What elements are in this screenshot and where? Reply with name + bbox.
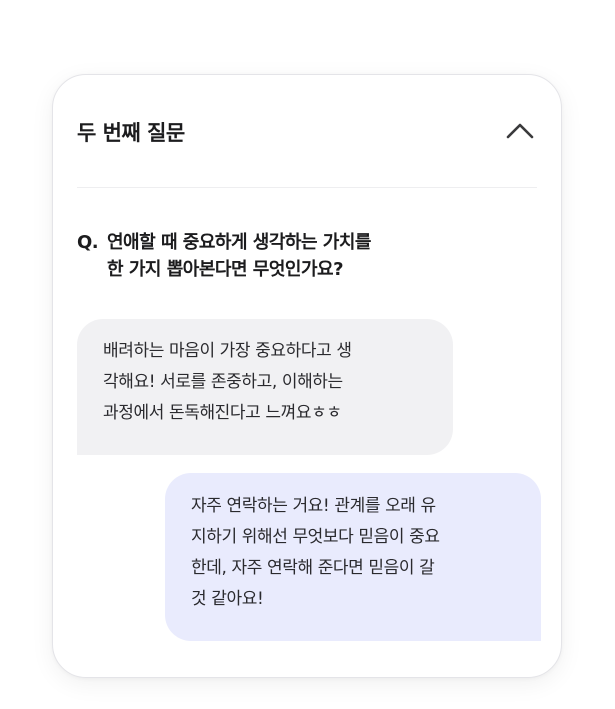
chevron-up-icon[interactable] [505,119,535,141]
card-title: 두 번째 질문 [77,121,185,145]
answer-line: 것 같아요! [191,589,264,609]
question-text: Q. 연애할 때 중요하게 생각하는 가치를 한 가지 뽑아본다면 무엇인가요? [77,229,507,283]
answer-line: 한데, 자주 연락해 준다면 믿음이 갈 [191,558,435,578]
answer-bubble-left: 배려하는 마음이 가장 중요하다고 생 각해요! 서로를 존중하고, 이해하는 … [77,319,453,455]
answer-line: 과정에서 돈독해진다고 느껴요ㅎㅎ [103,403,342,423]
question-line-2: 한 가지 뽑아본다면 무엇인가요? [107,259,344,280]
question-prefix: Q. [77,232,99,253]
answer-bubble-right: 자주 연락하는 거요! 관계를 오래 유 지하기 위해선 무엇보다 믿음이 중요… [165,473,541,641]
answer-line: 배려하는 마음이 가장 중요하다고 생 [103,341,352,361]
answer-line: 지하기 위해선 무엇보다 믿음이 중요 [191,527,440,547]
question-line-1: 연애할 때 중요하게 생각하는 가치를 [107,232,371,253]
question-card: 두 번째 질문 Q. 연애할 때 중요하게 생각하는 가치를 한 가지 뽑아본다면… [52,74,562,678]
answer-line: 자주 연락하는 거요! 관계를 오래 유 [191,496,436,516]
card-header[interactable]: 두 번째 질문 [77,75,537,188]
answer-line: 각해요! 서로를 존중하고, 이해하는 [103,372,343,392]
